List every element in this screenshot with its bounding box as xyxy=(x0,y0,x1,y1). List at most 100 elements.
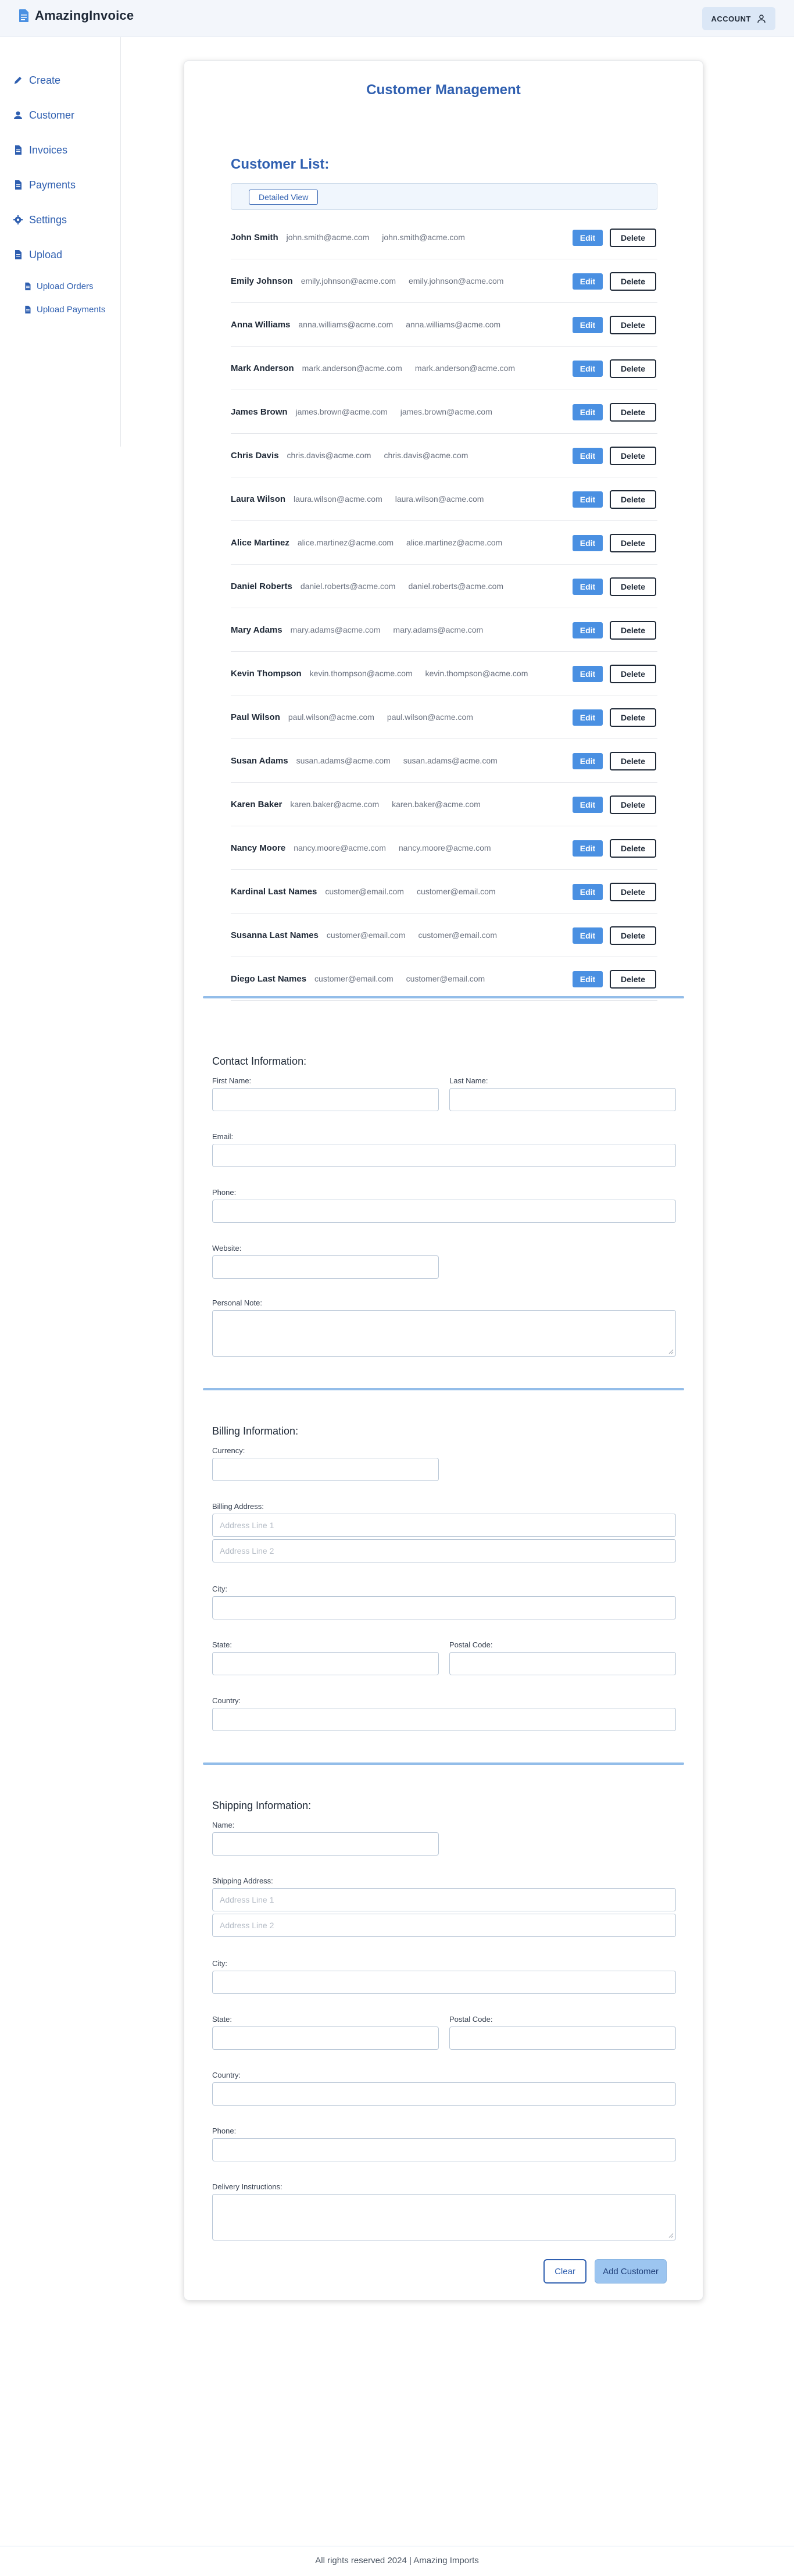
edit-customer-button[interactable]: Edit xyxy=(573,622,603,638)
delete-customer-button[interactable]: Delete xyxy=(610,272,656,291)
edit-customer-button[interactable]: Edit xyxy=(573,579,603,595)
currency-input[interactable] xyxy=(212,1458,439,1481)
page-title: Customer Management xyxy=(366,82,521,98)
delete-customer-button[interactable]: Delete xyxy=(610,621,656,640)
customer-name: Laura Wilson xyxy=(231,494,286,504)
delete-customer-button[interactable]: Delete xyxy=(610,970,656,989)
shipping-postal-code-input[interactable] xyxy=(449,2026,676,2050)
customer-name: Kevin Thompson xyxy=(231,668,302,679)
add-customer-button[interactable]: Add Customer xyxy=(595,2259,667,2284)
user-outline-icon xyxy=(757,15,766,23)
sidebar-item-upload[interactable]: Upload xyxy=(0,237,120,272)
delete-customer-button[interactable]: Delete xyxy=(610,839,656,858)
shipping-state-input[interactable] xyxy=(212,2026,439,2050)
edit-customer-button[interactable]: Edit xyxy=(573,317,603,333)
billing-address-line1-input[interactable]: Address Line 1 xyxy=(212,1514,676,1537)
billing-city-input[interactable] xyxy=(212,1596,676,1619)
customer-email: customer@email.com xyxy=(314,974,394,983)
shipping-country-input[interactable] xyxy=(212,2082,676,2106)
customer-secondary-email: daniel.roberts@acme.com xyxy=(408,581,504,591)
delete-customer-button[interactable]: Delete xyxy=(610,534,656,552)
resize-grip-icon[interactable] xyxy=(668,1349,674,1354)
view-toggle-bar: Detailed View xyxy=(231,183,657,210)
edit-customer-button[interactable]: Edit xyxy=(573,491,603,508)
customer-secondary-email: susan.adams@acme.com xyxy=(403,756,498,765)
file-icon xyxy=(15,180,22,190)
personal-note-textarea[interactable] xyxy=(212,1310,676,1357)
edit-customer-button[interactable]: Edit xyxy=(573,753,603,769)
file-icon xyxy=(15,250,22,259)
edit-customer-button[interactable]: Edit xyxy=(573,666,603,682)
edit-customer-button[interactable]: Edit xyxy=(573,448,603,464)
sidebar-item-settings[interactable]: Settings xyxy=(0,202,120,237)
delete-customer-button[interactable]: Delete xyxy=(610,577,656,596)
delete-customer-button[interactable]: Delete xyxy=(610,316,656,334)
edit-customer-button[interactable]: Edit xyxy=(573,273,603,290)
edit-customer-button[interactable]: Edit xyxy=(573,797,603,813)
customer-name: Paul Wilson xyxy=(231,712,280,722)
sidebar-item-customer[interactable]: Customer xyxy=(0,98,120,133)
shipping-phone-input[interactable] xyxy=(212,2138,676,2161)
shipping-section-title: Shipping Information: xyxy=(212,1800,312,1811)
customer-email: mary.adams@acme.com xyxy=(290,625,381,634)
delete-customer-button[interactable]: Delete xyxy=(610,883,656,901)
sidebar-item-create[interactable]: Create xyxy=(0,63,120,98)
delivery-instructions-textarea[interactable] xyxy=(212,2194,676,2240)
edit-customer-button[interactable]: Edit xyxy=(573,361,603,377)
detailed-view-button[interactable]: Detailed View xyxy=(249,190,319,205)
resize-grip-icon[interactable] xyxy=(668,2233,674,2238)
sidebar-subitem-upload-orders[interactable]: Upload Orders xyxy=(0,274,120,298)
edit-customer-button[interactable]: Edit xyxy=(573,709,603,726)
customer-name: Alice Martinez xyxy=(231,537,289,548)
customer-name: Diego Last Names xyxy=(231,973,307,984)
customer-name: John Smith xyxy=(231,232,278,242)
edit-customer-button[interactable]: Edit xyxy=(573,927,603,944)
shipping-address-line2-input[interactable]: Address Line 2 xyxy=(212,1914,676,1937)
edit-customer-button[interactable]: Edit xyxy=(573,840,603,857)
customer-secondary-email: customer@email.com xyxy=(416,887,496,896)
edit-customer-button[interactable]: Edit xyxy=(573,230,603,246)
delete-customer-button[interactable]: Delete xyxy=(610,708,656,727)
delete-customer-button[interactable]: Delete xyxy=(610,795,656,814)
delete-customer-button[interactable]: Delete xyxy=(610,403,656,422)
billing-state-input[interactable] xyxy=(212,1652,439,1675)
sidebar-item-invoices[interactable]: Invoices xyxy=(0,133,120,167)
customer-email: customer@email.com xyxy=(326,930,406,940)
edit-customer-button[interactable]: Edit xyxy=(573,884,603,900)
billing-address-line2-input[interactable]: Address Line 2 xyxy=(212,1539,676,1562)
delete-customer-button[interactable]: Delete xyxy=(610,752,656,770)
shipping-city-input[interactable] xyxy=(212,1971,676,1994)
website-input[interactable] xyxy=(212,1255,439,1279)
shipping-phone-label: Phone: xyxy=(212,2127,237,2135)
delete-customer-button[interactable]: Delete xyxy=(610,665,656,683)
personal-note-label: Personal Note: xyxy=(212,1298,262,1307)
phone-input[interactable] xyxy=(212,1200,676,1223)
delete-customer-button[interactable]: Delete xyxy=(610,490,656,509)
delete-customer-button[interactable]: Delete xyxy=(610,359,656,378)
sidebar-item-payments[interactable]: Payments xyxy=(0,167,120,202)
sidebar-subitem-upload-payments[interactable]: Upload Payments xyxy=(0,298,120,321)
customer-email: anna.williams@acme.com xyxy=(298,320,394,329)
delete-customer-button[interactable]: Delete xyxy=(610,926,656,945)
brand[interactable]: AmazingInvoice xyxy=(19,8,134,23)
customer-row: Karen Baker karen.baker@acme.com karen.bak… xyxy=(231,783,657,826)
clear-button[interactable]: Clear xyxy=(543,2259,586,2284)
first-name-input[interactable] xyxy=(212,1088,439,1111)
billing-postal-code-input[interactable] xyxy=(449,1652,676,1675)
account-button[interactable]: ACCOUNT xyxy=(702,7,775,30)
customer-row: Anna Williams anna.williams@acme.com anna.… xyxy=(231,303,657,347)
edit-customer-button[interactable]: Edit xyxy=(573,404,603,420)
delete-customer-button[interactable]: Delete xyxy=(610,229,656,247)
edit-customer-button[interactable]: Edit xyxy=(573,971,603,987)
email-input[interactable] xyxy=(212,1144,676,1167)
last-name-input[interactable] xyxy=(449,1088,676,1111)
shipping-name-input[interactable] xyxy=(212,1832,439,1856)
customer-row: Nancy Moore nancy.moore@acme.com nancy.moo… xyxy=(231,826,657,870)
edit-customer-button[interactable]: Edit xyxy=(573,535,603,551)
customer-row: Emily Johnson emily.johnson@acme.com emily… xyxy=(231,259,657,303)
sidebar-item-label: Create xyxy=(29,74,61,86)
customer-email: customer@email.com xyxy=(325,887,404,896)
shipping-address-line1-input[interactable]: Address Line 1 xyxy=(212,1888,676,1911)
billing-country-input[interactable] xyxy=(212,1708,676,1731)
delete-customer-button[interactable]: Delete xyxy=(610,447,656,465)
